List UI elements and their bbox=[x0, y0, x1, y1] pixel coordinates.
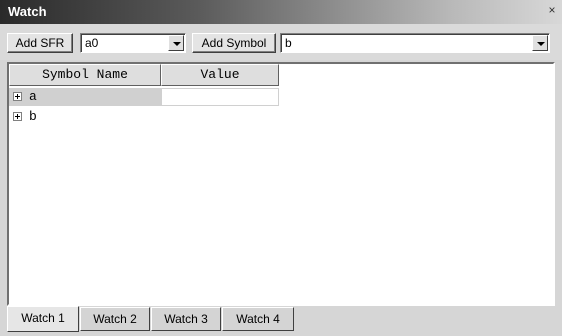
chevron-down-icon[interactable] bbox=[168, 35, 184, 51]
symbol-combo-value: b bbox=[285, 36, 292, 50]
symbol-combo[interactable]: b bbox=[280, 33, 550, 53]
tab-watch-1[interactable]: Watch 1 bbox=[7, 306, 79, 332]
table-row[interactable]: b bbox=[9, 108, 161, 126]
symbol-name: a bbox=[29, 89, 37, 104]
tab-watch-3[interactable]: Watch 3 bbox=[151, 307, 221, 331]
tab-watch-4[interactable]: Watch 4 bbox=[222, 307, 294, 331]
watch-table: Symbol Name Value a b bbox=[7, 62, 555, 306]
value-cell[interactable] bbox=[161, 88, 279, 106]
title-bar[interactable]: Watch × bbox=[0, 0, 562, 24]
expand-icon[interactable] bbox=[13, 92, 22, 101]
add-sfr-button[interactable]: Add SFR bbox=[7, 33, 73, 53]
watch-window: Watch × Add SFR a0 Add Symbol b Symbol N… bbox=[0, 0, 562, 336]
expand-icon[interactable] bbox=[13, 112, 22, 121]
sfr-combo[interactable]: a0 bbox=[80, 33, 186, 53]
toolbar: Add SFR a0 Add Symbol b bbox=[0, 24, 562, 60]
table-row[interactable]: a bbox=[9, 88, 161, 106]
chevron-down-icon[interactable] bbox=[532, 35, 548, 51]
symbol-name: b bbox=[29, 109, 37, 124]
column-header-symbol-name[interactable]: Symbol Name bbox=[9, 64, 161, 86]
sfr-combo-value: a0 bbox=[85, 36, 99, 50]
close-icon[interactable]: × bbox=[546, 3, 558, 17]
column-header-value[interactable]: Value bbox=[161, 64, 279, 86]
tab-watch-2[interactable]: Watch 2 bbox=[80, 307, 150, 331]
add-symbol-button[interactable]: Add Symbol bbox=[192, 33, 276, 53]
window-title: Watch bbox=[8, 4, 47, 19]
